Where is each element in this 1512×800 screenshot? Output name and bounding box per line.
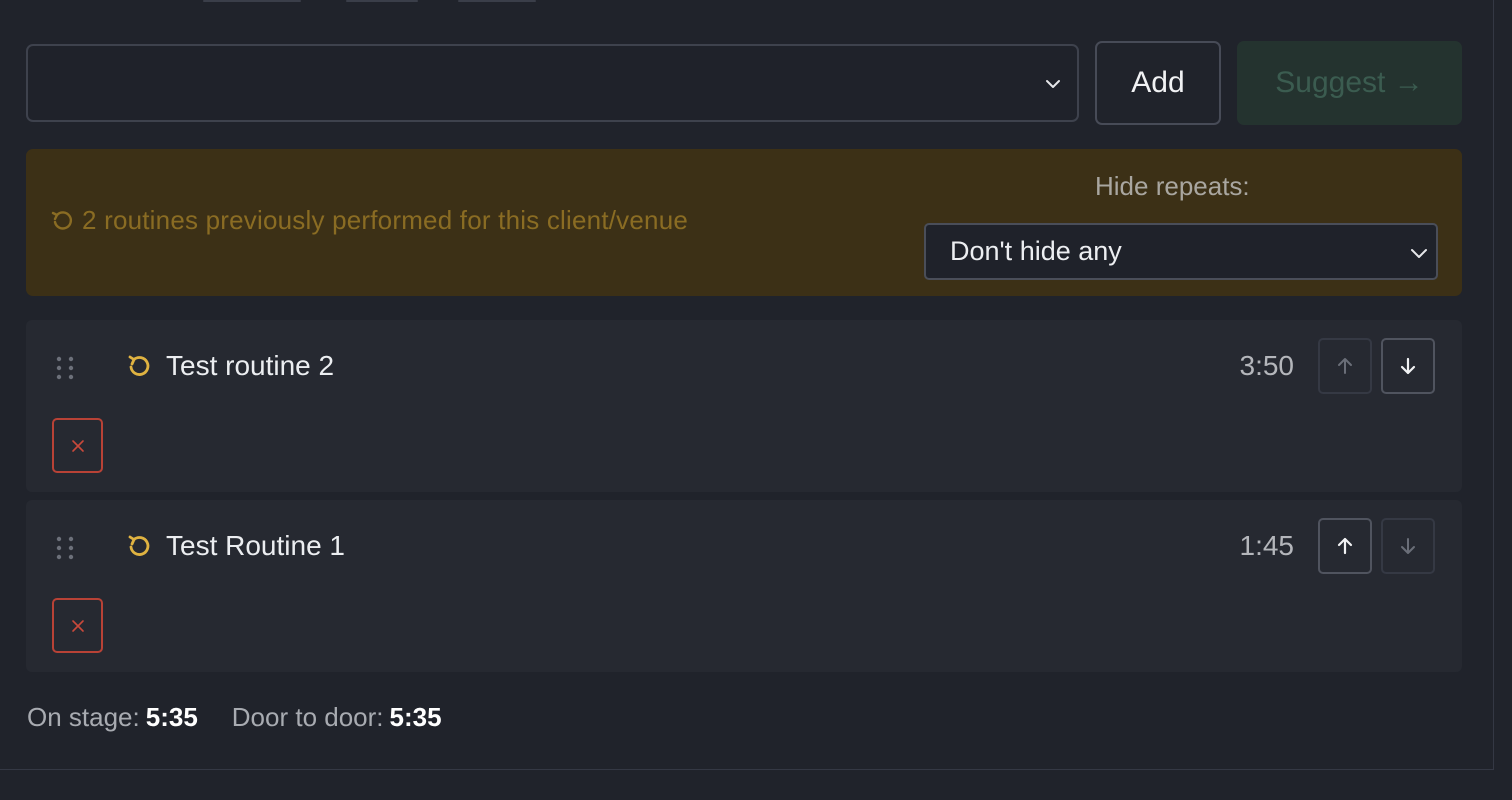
top-tab-stubs [0, 0, 1493, 2]
set-totals: On stage: 5:35 Door to door: 5:35 [27, 702, 442, 733]
hide-repeats-select[interactable]: Don't hide any [924, 223, 1438, 280]
routine-name: Test routine 2 [166, 350, 335, 381]
repeat-icon [51, 210, 72, 230]
close-icon [71, 439, 84, 452]
add-button[interactable]: Add [1095, 41, 1221, 125]
remove-routine-button[interactable] [52, 418, 103, 473]
on-stage-label: On stage: [27, 702, 140, 732]
routine-card: Test routine 2 3:50 [26, 320, 1462, 492]
drag-handle-icon[interactable] [54, 535, 78, 561]
remove-routine-button[interactable] [52, 598, 103, 653]
move-down-button[interactable] [1381, 338, 1435, 394]
chevron-down-icon [1046, 80, 1060, 88]
door-to-door-label: Door to door: [231, 702, 384, 732]
suggest-button[interactable]: Suggest → [1237, 41, 1462, 125]
routine-duration: 1:45 [1239, 530, 1295, 561]
hide-repeats-value: Don't hide any [950, 236, 1122, 266]
door-to-door-value: 5:35 [389, 702, 442, 732]
page: Add Suggest → 2 routines previously perf… [0, 0, 1512, 800]
door-to-door-total: Door to door: 5:35 [232, 702, 442, 733]
hide-repeats-label: Hide repeats: [1095, 171, 1250, 201]
arrow-up-icon [1338, 358, 1352, 374]
arrow-down-icon [1400, 357, 1416, 375]
close-icon [71, 619, 84, 632]
arrow-up-icon [1337, 537, 1353, 555]
repeat-icon [128, 535, 150, 556]
move-up-button[interactable] [1318, 338, 1372, 394]
repeat-warning-text: 2 routines previously performed for this… [82, 205, 689, 235]
arrow-down-icon [1401, 538, 1415, 554]
on-stage-total: On stage: 5:35 [27, 702, 198, 733]
setlist-panel: Add Suggest → 2 routines previously perf… [0, 0, 1494, 770]
routine-select[interactable] [26, 44, 1079, 122]
move-up-button[interactable] [1318, 518, 1372, 574]
repeat-warning-banner: 2 routines previously performed for this… [26, 149, 1462, 296]
move-down-button[interactable] [1381, 518, 1435, 574]
chevron-down-icon [1411, 249, 1427, 258]
routine-name: Test Routine 1 [166, 530, 345, 561]
repeat-icon [128, 355, 150, 376]
on-stage-value: 5:35 [145, 702, 198, 732]
routine-duration: 3:50 [1239, 350, 1295, 381]
routine-card: Test Routine 1 1:45 [26, 500, 1462, 672]
repeat-warning-message: 2 routines previously performed for this… [50, 205, 688, 236]
drag-handle-icon[interactable] [54, 355, 78, 381]
